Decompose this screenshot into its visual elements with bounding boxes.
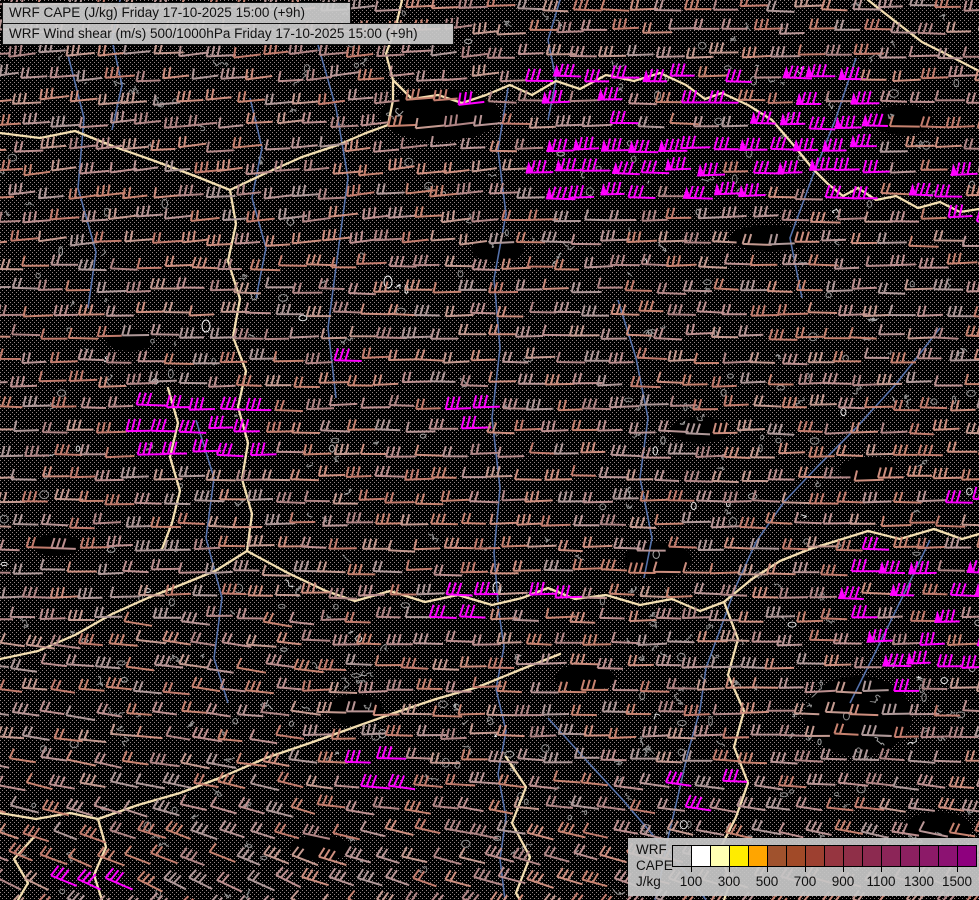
legend-tick-mark (881, 867, 882, 872)
legend-tick-label: 300 (718, 874, 741, 889)
map-canvas (0, 0, 979, 900)
legend-tick-label: 500 (756, 874, 779, 889)
legend-tick-label: 1500 (942, 874, 972, 889)
legend-color-box (729, 845, 749, 867)
legend-color-box (748, 845, 768, 867)
legend-color-box (710, 845, 730, 867)
legend-tick-mark (767, 867, 768, 872)
legend-tick-label: 700 (794, 874, 817, 889)
black-patch (32, 534, 80, 556)
legend-color-box (672, 845, 692, 867)
legend-tick-mark (805, 867, 806, 872)
legend-color-box (957, 845, 977, 867)
title-wind-shear: WRF Wind shear (m/s) 500/1000hPa Friday … (2, 23, 454, 45)
legend-color-box (824, 845, 844, 867)
legend-tick-mark (843, 867, 844, 872)
legend-color-box (900, 845, 920, 867)
legend-title: WRF CAPE J/kg (636, 842, 673, 890)
cape-legend: WRF CAPE J/kg 100 300 500 700 900 1100 1300 150… (628, 838, 979, 896)
legend-color-box (843, 845, 863, 867)
legend-color-box (786, 845, 806, 867)
legend-tick-label: 900 (832, 874, 855, 889)
legend-tick-mark (729, 867, 730, 872)
black-patch (106, 329, 154, 351)
legend-color-box (767, 845, 787, 867)
title-cape: WRF CAPE (J/kg) Friday 17-10-2025 15:00 … (2, 2, 351, 24)
black-patch (873, 105, 933, 135)
legend-tick-mark (691, 867, 692, 872)
weather-map-page: WRF CAPE (J/kg) Friday 17-10-2025 15:00 … (0, 0, 979, 900)
legend-tick-mark (919, 867, 920, 872)
legend-color-box (938, 845, 958, 867)
legend-title-line1: WRF (636, 842, 673, 858)
legend-color-box (881, 845, 901, 867)
legend-tick-mark (957, 867, 958, 872)
legend-tick-label: 1100 (866, 874, 895, 889)
legend-title-line2: CAPE (636, 858, 673, 874)
legend-tick-label: 100 (680, 874, 703, 889)
legend-color-box (919, 845, 939, 867)
legend-title-line3: J/kg (636, 874, 673, 890)
legend-color-box (691, 845, 711, 867)
legend-tick-label: 1300 (904, 874, 934, 889)
legend-color-scale (672, 845, 977, 867)
legend-color-box (862, 845, 882, 867)
black-patch (840, 457, 896, 483)
legend-color-box (805, 845, 825, 867)
